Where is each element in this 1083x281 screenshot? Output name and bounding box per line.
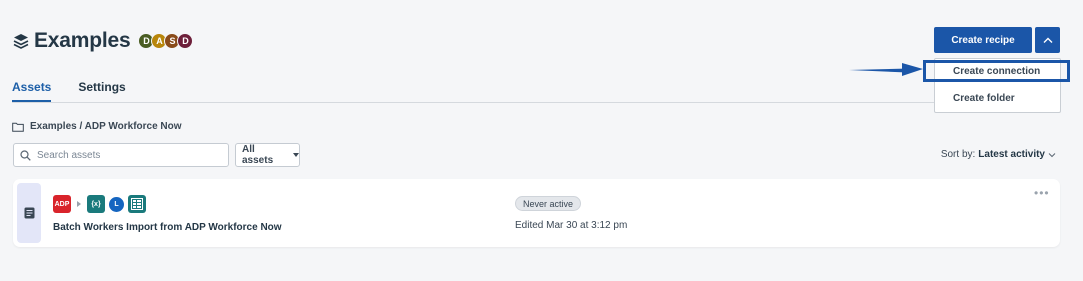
table-icon [128,195,146,213]
chevron-down-icon [1048,152,1056,157]
chevron-up-icon [1043,37,1052,43]
logger-icon: L [109,196,124,212]
tab-divider [12,102,1060,103]
search-input[interactable] [37,149,217,161]
folder-icon [12,122,24,132]
recipe-name-link[interactable]: Batch Workers Import from ADP Workforce … [53,222,282,233]
annotation-arrow [849,63,923,76]
page-title: Examples [34,29,131,52]
search-box [13,143,229,167]
breadcrumb: Examples / ADP Workforce Now [12,121,182,132]
recipe-apps: ADP {x} L [53,195,146,213]
status-badge: Never active [515,196,582,211]
create-recipe-button[interactable]: Create recipe [934,27,1032,53]
tab-assets[interactable]: Assets [12,80,52,102]
sort-prefix: Sort by: [940,149,976,160]
annotation-highlight-box [923,60,1070,82]
sort-value: Latest activity [978,149,1045,160]
menu-item-create-folder[interactable]: Create folder [953,93,1015,104]
filter-label: All assets [242,144,274,166]
adp-icon: ADP [53,195,71,213]
search-icon [20,149,31,161]
recipe-card[interactable] [13,179,1060,247]
arrow-right-icon [77,201,81,207]
recipe-icon [24,207,34,219]
breadcrumb-text[interactable]: Examples / ADP Workforce Now [30,121,182,132]
asset-filter-select[interactable]: All assets [235,143,300,167]
more-options-icon[interactable]: ••• [1034,187,1050,199]
sort-control[interactable]: Sort by: Latest activity [941,149,1056,160]
avatar[interactable]: D [177,33,194,49]
page-header: Examples D A S D [12,28,194,54]
edited-timestamp: Edited Mar 30 at 3:12 pm [515,220,628,231]
stack-icon [13,34,29,49]
tab-settings[interactable]: Settings [78,80,125,102]
recipe-type-indicator [17,183,41,243]
caret-down-icon [293,153,299,157]
tab-bar: Assets Settings [12,80,126,102]
create-menu-toggle-button[interactable] [1035,27,1060,53]
variables-icon: {x} [87,195,105,213]
collaborator-avatars: D A S D [138,33,194,49]
